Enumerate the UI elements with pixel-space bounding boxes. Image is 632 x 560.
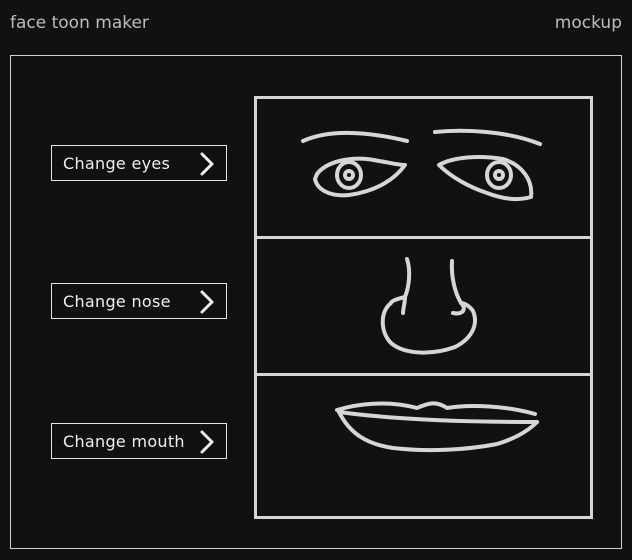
- left-eyebrow: [301, 130, 409, 143]
- mockup-page: face toon maker mockup Change eyes Chang…: [0, 0, 632, 560]
- left-pupil: [335, 160, 363, 190]
- chevron-right-icon: [200, 152, 214, 176]
- nose-left-line: [403, 257, 412, 299]
- change-mouth-label: Change mouth: [63, 431, 185, 451]
- mouth-drawing: [335, 401, 539, 453]
- right-pupil: [485, 160, 513, 190]
- eyes-section: [257, 99, 590, 239]
- right-eyebrow: [433, 128, 542, 146]
- nose-section: [257, 239, 590, 376]
- change-eyes-label: Change eyes: [63, 153, 171, 173]
- lip-line: [337, 410, 539, 424]
- app-title: face toon maker: [10, 13, 149, 33]
- upper-lip: [335, 401, 537, 416]
- mouth-section: [257, 376, 590, 516]
- mockup-label: mockup: [554, 13, 622, 33]
- change-nose-button[interactable]: Change nose: [51, 283, 227, 319]
- nose-drawing: [380, 257, 477, 355]
- nose-right-line: [449, 259, 463, 305]
- right-eye: [437, 155, 534, 202]
- face-preview-panel: [254, 96, 593, 519]
- change-eyes-button[interactable]: Change eyes: [51, 145, 227, 181]
- eyes-drawing: [301, 128, 542, 202]
- lower-lip: [337, 410, 539, 453]
- change-mouth-button[interactable]: Change mouth: [51, 423, 227, 459]
- chevron-right-icon: [200, 430, 214, 454]
- chevron-right-icon: [200, 290, 214, 314]
- change-nose-label: Change nose: [63, 291, 171, 311]
- nose-tip: [380, 295, 477, 355]
